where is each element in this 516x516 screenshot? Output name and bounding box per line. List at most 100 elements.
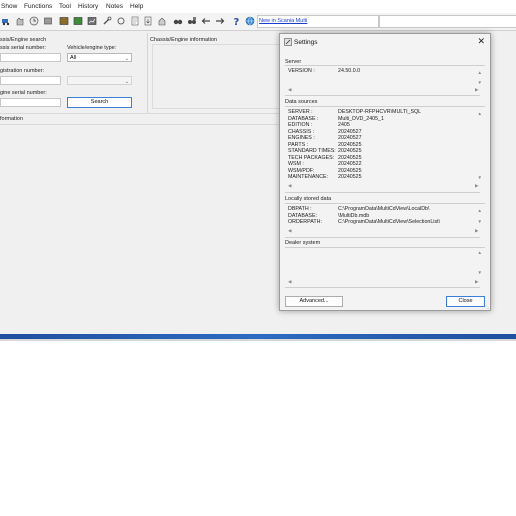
- separator: [285, 192, 480, 193]
- scroll-down-icon[interactable]: ▼: [478, 80, 482, 85]
- menu-help[interactable]: Help: [130, 3, 143, 10]
- search-button[interactable]: Search: [67, 97, 132, 108]
- secondary-select[interactable]: ⌄: [67, 76, 132, 85]
- scroll-up-icon[interactable]: ▲: [478, 70, 482, 75]
- binoculars-icon[interactable]: [173, 16, 183, 26]
- book-icon[interactable]: [59, 16, 69, 26]
- data-source-key: TECH PACKAGES:: [288, 154, 335, 161]
- chassis-serial-label: ssis serial number:: [0, 45, 46, 51]
- data-source-key: DATABASE :: [288, 115, 319, 122]
- separator: [285, 287, 480, 288]
- scroll-up-icon[interactable]: ▲: [478, 208, 482, 213]
- scroll-down-icon[interactable]: ▼: [478, 175, 482, 180]
- vehicle-engine-type-value: All: [70, 55, 77, 61]
- chart-book-icon[interactable]: [87, 16, 97, 26]
- arrow-left-icon[interactable]: [201, 16, 211, 26]
- settings-icon: [284, 38, 292, 46]
- separator: [285, 95, 480, 96]
- local-data-key: ORDERPATH:: [288, 219, 322, 225]
- scroll-right-icon[interactable]: ▶: [475, 87, 478, 93]
- local-data-value: C:\ProgramData\MultiCdView\LocalDb\: [338, 206, 430, 212]
- scroll-left-icon[interactable]: ◀: [288, 87, 291, 93]
- registration-number-label: gistration number:: [0, 68, 45, 74]
- help-icon[interactable]: ?: [231, 16, 241, 26]
- data-sources-group-label: Data sources: [285, 99, 318, 105]
- toolbar: ? New in Scania Multi: [0, 13, 516, 31]
- data-source-value: 2405: [338, 122, 350, 128]
- scroll-up-icon[interactable]: ▲: [478, 111, 482, 116]
- separator: [0, 124, 280, 125]
- data-source-value: 20240525: [338, 174, 362, 180]
- data-source-value: 20240525: [338, 141, 362, 148]
- vehicle-engine-type-select[interactable]: All ⌄: [67, 53, 132, 62]
- truck-search-icon[interactable]: [1, 16, 11, 26]
- green-book-icon[interactable]: [73, 16, 83, 26]
- scroll-down-icon[interactable]: ▼: [478, 270, 482, 275]
- svg-text:?: ?: [234, 17, 240, 26]
- data-source-value: DESKTOP-RFPHCVR\MULTI_SQL: [338, 109, 422, 115]
- info-panel-title: Chassis/Engine information: [150, 37, 217, 43]
- wrench-icon[interactable]: [102, 16, 112, 26]
- settings-dialog: Settings ✕ Server VERSION : 24.50.0.0 ▲ …: [279, 33, 491, 311]
- scroll-down-icon[interactable]: ▼: [478, 219, 482, 224]
- document-icon[interactable]: [130, 16, 140, 26]
- scroll-up-icon[interactable]: ▲: [478, 250, 482, 255]
- menu-tool[interactable]: Tool: [59, 3, 71, 10]
- chevron-down-icon: ⌄: [124, 79, 129, 85]
- scroll-right-icon[interactable]: ▶: [475, 279, 478, 285]
- document-download-icon[interactable]: [143, 16, 153, 26]
- local-data-value: C:\ProgramData\MultiCdView\SelectionList…: [338, 219, 441, 225]
- info-panel-box: [152, 44, 282, 109]
- scroll-right-icon[interactable]: ▶: [475, 228, 478, 234]
- panel-divider: [147, 33, 148, 113]
- server-version-value: 24.50.0.0: [338, 68, 361, 74]
- locally-stored-panel: DBPATH : C:\ProgramData\MultiCdView\Loca…: [285, 203, 485, 234]
- vehicle-engine-type-label: Vehicle/engine type:: [67, 45, 117, 51]
- separator: [285, 237, 480, 238]
- information-tab[interactable]: formation: [0, 116, 23, 122]
- data-source-value: Multi_DVD_2405_1: [338, 115, 384, 122]
- toolbar-search-field[interactable]: [379, 15, 516, 28]
- hand-document-icon[interactable]: [157, 16, 167, 26]
- menu-bar: Show Functions Tool History Notes Help: [0, 0, 516, 13]
- scroll-left-icon[interactable]: ◀: [288, 228, 291, 234]
- search-panel-title: ssis/Engine search: [0, 37, 47, 43]
- data-source-key: ENGINES :: [288, 135, 315, 141]
- clock-icon[interactable]: [29, 16, 39, 26]
- engine-icon[interactable]: [43, 16, 53, 26]
- data-source-key: WSM :: [288, 161, 304, 167]
- scroll-left-icon[interactable]: ◀: [288, 183, 291, 189]
- close-button[interactable]: Close: [446, 296, 485, 307]
- menu-functions[interactable]: Functions: [24, 3, 52, 10]
- news-link[interactable]: New in Scania Multi: [259, 18, 307, 24]
- globe-icon[interactable]: [245, 16, 255, 26]
- scroll-right-icon[interactable]: ▶: [475, 183, 478, 189]
- registration-number-input[interactable]: [0, 76, 61, 85]
- advanced-button[interactable]: Advanced...: [285, 296, 343, 307]
- data-source-key: SERVER :: [288, 109, 313, 115]
- settings-dialog-title: Settings: [294, 39, 318, 46]
- arrow-right-icon[interactable]: [215, 16, 225, 26]
- menu-notes[interactable]: Notes: [106, 3, 123, 10]
- data-source-key: WSM/PDF:: [288, 167, 315, 174]
- close-icon[interactable]: ✕: [477, 36, 485, 47]
- chassis-serial-input[interactable]: [0, 53, 61, 62]
- hand-icon[interactable]: [15, 16, 25, 26]
- resize-grip-icon[interactable]: ⋱: [483, 303, 489, 310]
- menu-show[interactable]: Show: [1, 3, 17, 10]
- data-source-key: PARTS :: [288, 141, 309, 148]
- tools-icon[interactable]: [116, 16, 126, 26]
- engine-serial-label: gine serial number:: [0, 90, 47, 96]
- local-data-value: \MultiDb.mdb: [338, 212, 370, 219]
- scroll-left-icon[interactable]: ◀: [288, 279, 291, 285]
- data-source-key: CHASSIS :: [288, 128, 315, 135]
- local-data-key: DATABASE:: [288, 212, 317, 219]
- engine-serial-input[interactable]: [0, 98, 61, 107]
- binoculars-document-icon[interactable]: [187, 16, 197, 26]
- chevron-down-icon: ⌄: [124, 56, 129, 62]
- bottom-stripe-shadow: [0, 339, 516, 341]
- data-source-key: EDITION :: [288, 122, 313, 128]
- data-source-value: 20240527: [338, 135, 362, 141]
- dealer-system-panel: ▲ ▼ ◀ ▶: [285, 247, 485, 285]
- menu-history[interactable]: History: [78, 3, 98, 10]
